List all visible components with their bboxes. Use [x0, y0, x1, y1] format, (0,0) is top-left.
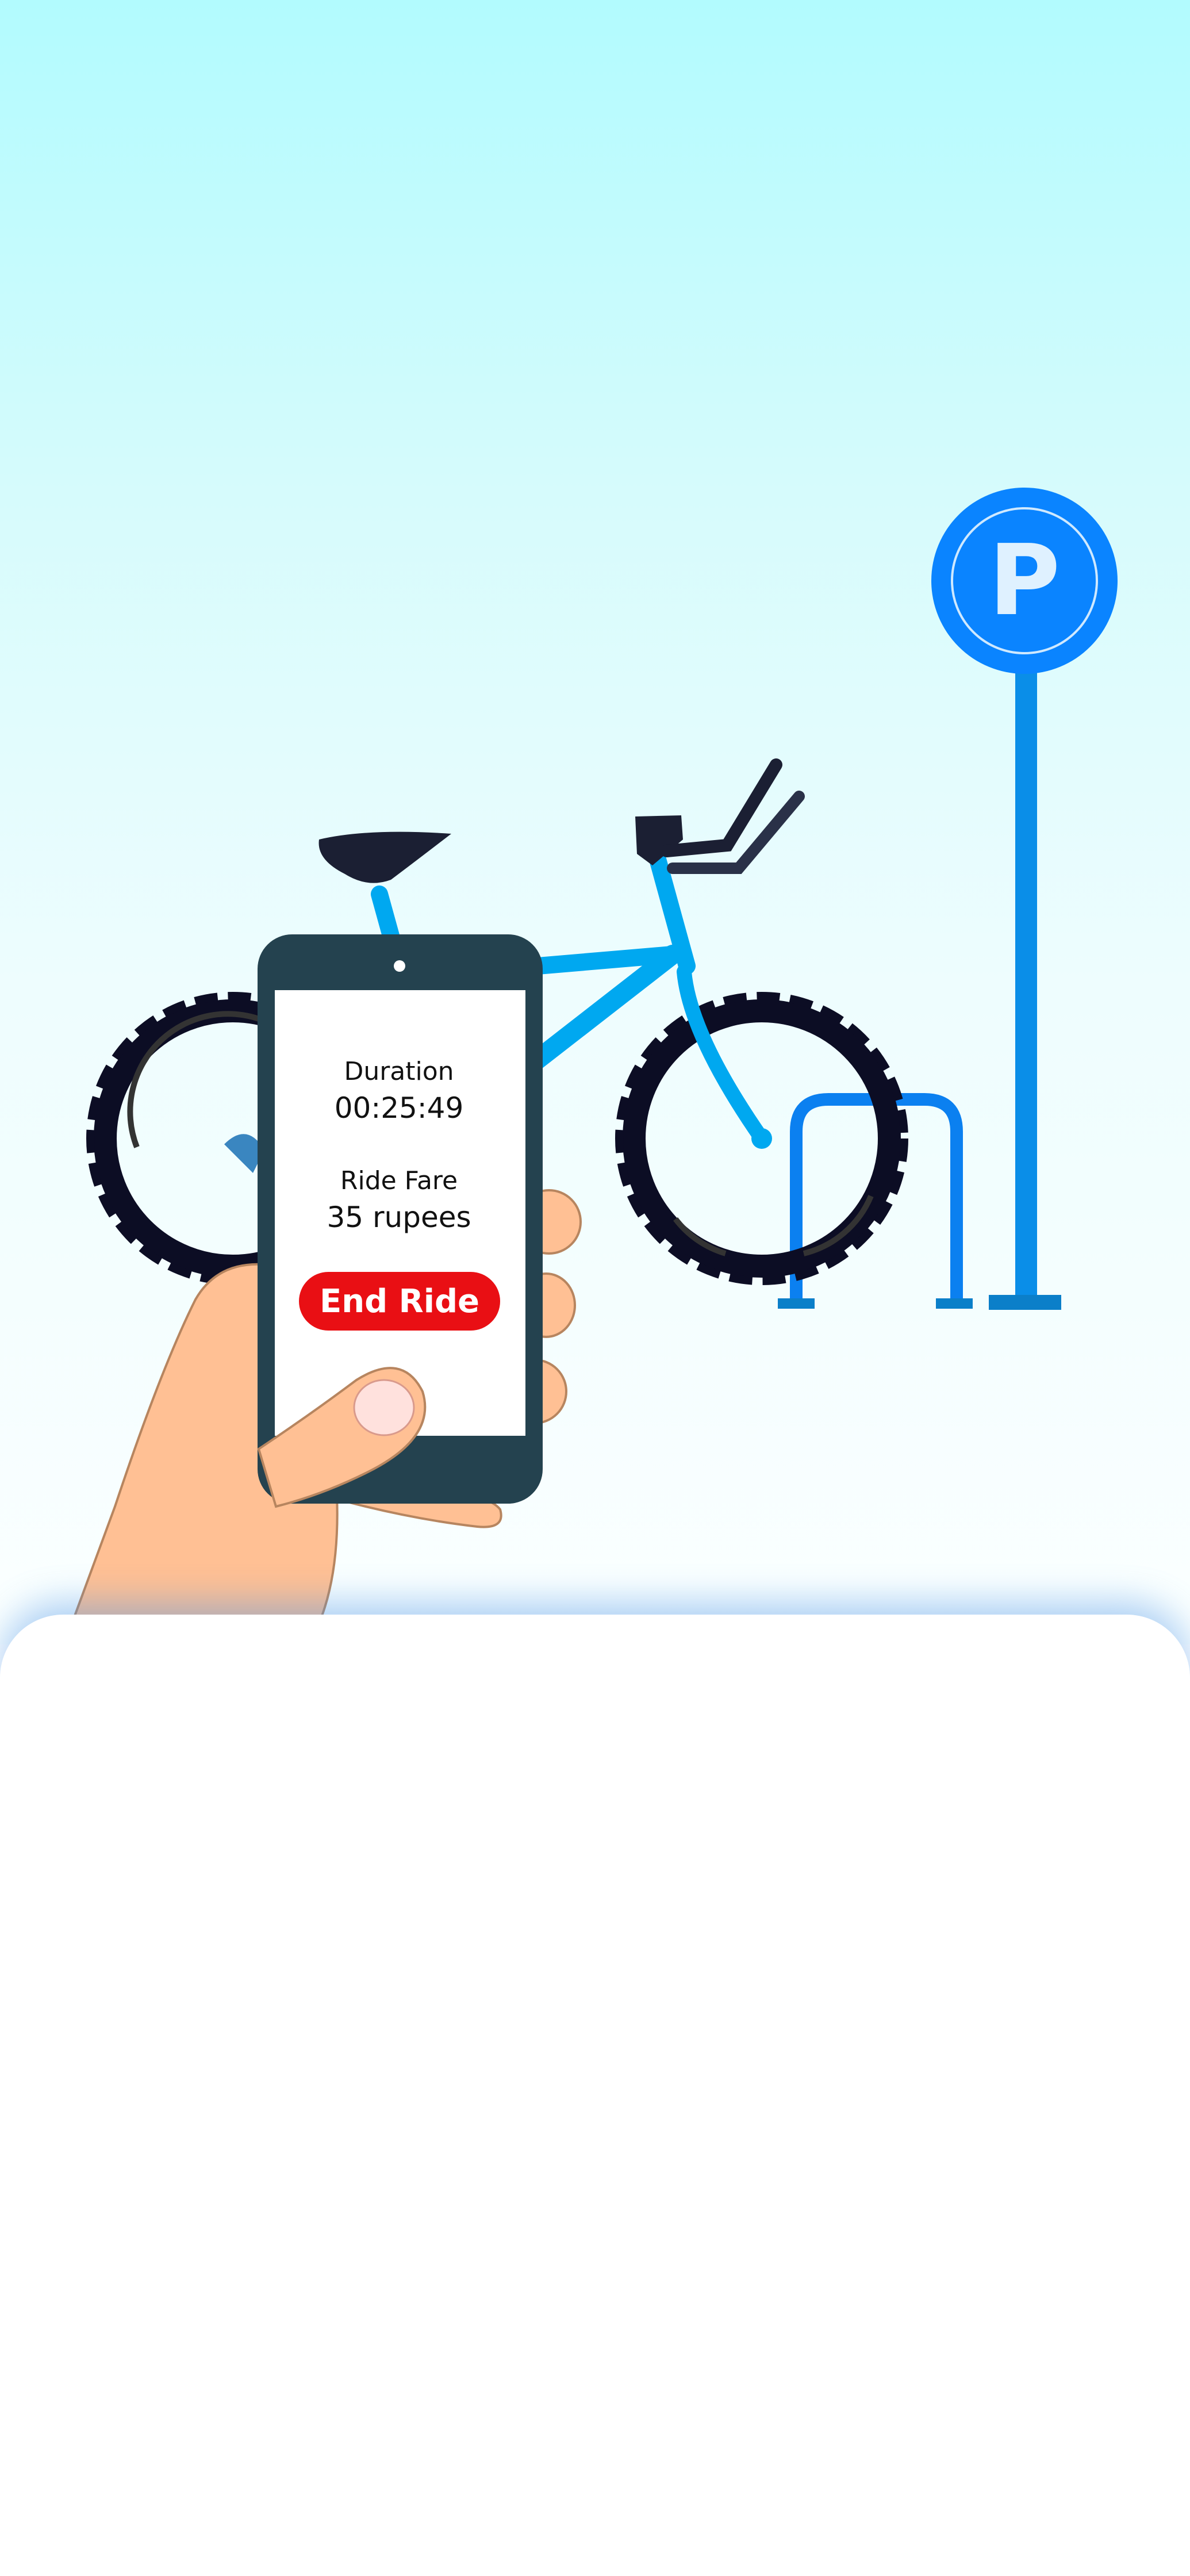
scene-svg: P [73, 488, 1118, 1617]
ride-fare-value: 35 rupees [327, 1201, 471, 1234]
duration-value: 00:25:49 [334, 1091, 464, 1125]
ride-fare-label: Ride Fare [340, 1166, 458, 1195]
end-ride-button[interactable]: End Ride [299, 1272, 500, 1331]
hero-illustration: P Duration 00:25:49 Ride Fare 35 rupees … [0, 0, 1190, 1644]
duration-label: Duration [344, 1057, 454, 1086]
parking-letter: P [989, 524, 1061, 638]
bottom-sheet [0, 1615, 1190, 2576]
thumbnail-nail [353, 1379, 415, 1436]
